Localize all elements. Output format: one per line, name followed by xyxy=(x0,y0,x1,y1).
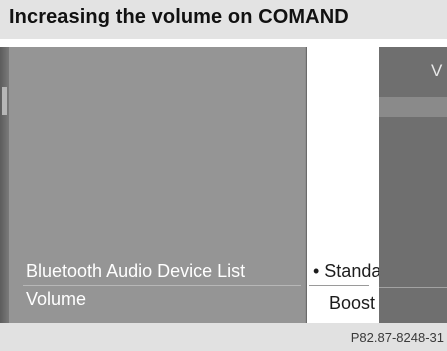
menu-item-bluetooth-audio-device-list[interactable]: Bluetooth Audio Device List xyxy=(26,261,245,282)
spacer xyxy=(0,39,447,47)
submenu-divider xyxy=(309,285,369,286)
right-divider xyxy=(379,287,447,288)
comand-display: Bluetooth Audio Device List Volume • Sta… xyxy=(0,47,447,323)
right-band xyxy=(379,97,447,117)
scroll-marker xyxy=(2,87,7,115)
page-title: Increasing the volume on COMAND xyxy=(9,6,349,28)
figure-code: P82.87-8248-31 xyxy=(350,330,444,345)
heading-bar: Increasing the volume on COMAND xyxy=(0,0,447,39)
footer-bar: P82.87-8248-31 xyxy=(0,323,447,351)
main-menu-panel: Bluetooth Audio Device List Volume xyxy=(9,47,305,323)
menu-divider xyxy=(23,285,301,286)
volume-submenu: • Standard Boost xyxy=(306,47,397,323)
menu-item-volume[interactable]: Volume xyxy=(26,289,86,310)
partial-letter: V xyxy=(431,61,443,80)
left-edge-strip xyxy=(0,47,9,323)
right-edge-strip: V xyxy=(379,47,447,323)
submenu-item-boost[interactable]: Boost xyxy=(329,293,375,314)
